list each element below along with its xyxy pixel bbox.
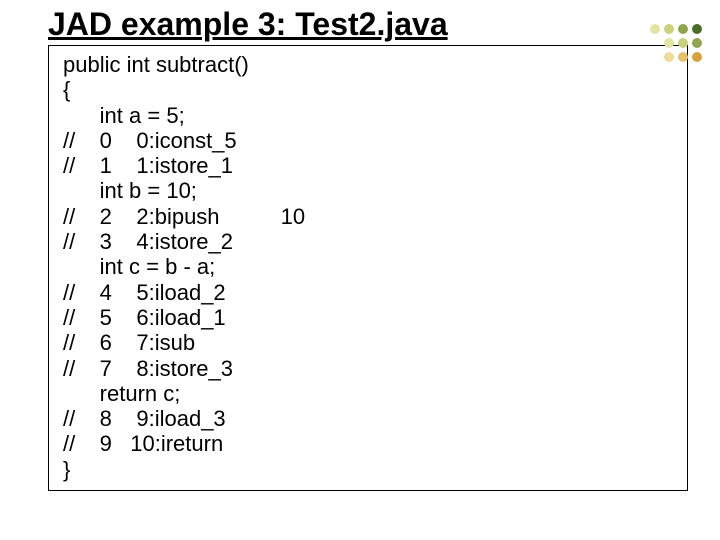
- slide-title: JAD example 3: Test2.java: [28, 0, 692, 43]
- dot-icon: [664, 38, 674, 48]
- code-line: // 8 9:iload_3: [63, 406, 673, 431]
- corner-decoration: [650, 24, 702, 62]
- dot-icon: [664, 24, 674, 34]
- code-line: // 6 7:isub: [63, 330, 673, 355]
- dot-icon: [678, 38, 688, 48]
- code-line: // 1 1:istore_1: [63, 153, 673, 178]
- slide: JAD example 3: Test2.java public int sub…: [0, 0, 720, 540]
- dot-icon: [692, 52, 702, 62]
- code-line: // 9 10:ireturn: [63, 431, 673, 456]
- code-line: int b = 10;: [63, 178, 673, 203]
- code-line: {: [63, 77, 673, 102]
- dot-icon: [692, 24, 702, 34]
- code-line: // 3 4:istore_2: [63, 229, 673, 254]
- code-line: int c = b - a;: [63, 254, 673, 279]
- code-line: // 4 5:iload_2: [63, 280, 673, 305]
- code-line: return c;: [63, 381, 673, 406]
- code-line: // 2 2:bipush 10: [63, 204, 673, 229]
- code-line: // 7 8:istore_3: [63, 356, 673, 381]
- code-line: // 5 6:iload_1: [63, 305, 673, 330]
- dot-icon: [678, 52, 688, 62]
- code-line: }: [63, 457, 673, 482]
- code-block: public int subtract() { int a = 5; // 0 …: [48, 45, 688, 491]
- dot-icon: [664, 52, 674, 62]
- dot-icon: [650, 24, 660, 34]
- code-line: int a = 5;: [63, 103, 673, 128]
- dot-icon: [692, 38, 702, 48]
- code-line: public int subtract(): [63, 52, 673, 77]
- code-line: // 0 0:iconst_5: [63, 128, 673, 153]
- dot-icon: [678, 24, 688, 34]
